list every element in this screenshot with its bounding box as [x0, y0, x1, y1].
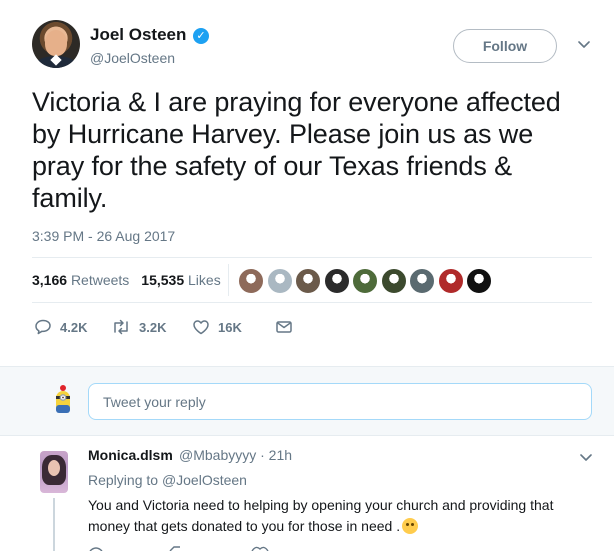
follow-button[interactable]: Follow: [453, 29, 557, 63]
liker-avatar[interactable]: [266, 268, 293, 294]
tweet-text: Victoria & I are praying for everyone af…: [32, 87, 561, 213]
reply-input[interactable]: Tweet your reply: [88, 383, 592, 420]
user-avatar[interactable]: [53, 384, 73, 416]
liker-avatar[interactable]: [380, 268, 407, 294]
author-name[interactable]: Joel Osteen: [90, 25, 186, 45]
envelope-icon: [276, 321, 292, 333]
reply-icon: [35, 319, 51, 335]
avatar-face: [45, 30, 67, 56]
liker-avatar[interactable]: [323, 268, 350, 294]
divider: [32, 257, 592, 258]
reply-author-avatar[interactable]: [40, 451, 68, 493]
like-count: 16K: [218, 319, 242, 335]
liker-avatar[interactable]: [437, 268, 464, 294]
liker-avatar[interactable]: [466, 268, 492, 294]
replying-to-handle[interactable]: @JoelOsteen: [162, 472, 247, 488]
likes-label[interactable]: Likes: [188, 272, 221, 288]
rolling-eyes-emoji-icon: [402, 518, 419, 534]
thread-line: [53, 498, 55, 551]
reply-text: You and Victoria need to helping by open…: [88, 495, 588, 537]
retweet-icon: [114, 319, 128, 335]
retweet-count: 3.2K: [139, 319, 167, 335]
liker-avatar[interactable]: [238, 268, 264, 294]
reply-author-handle[interactable]: @Mbabyyyy · 21h: [179, 447, 292, 463]
likes-count[interactable]: 15,535: [141, 272, 184, 288]
liker-avatar[interactable]: [409, 268, 435, 294]
reply-text-body: You and Victoria need to helping by open…: [88, 497, 554, 534]
reply-count: 4.2K: [60, 319, 88, 335]
tweet-timestamp[interactable]: 3:39 PM - 26 Aug 2017: [32, 228, 175, 244]
main-tweet: Joel Osteen ✓ @JoelOsteen Follow Victori…: [0, 0, 614, 366]
liker-avatar[interactable]: [352, 268, 378, 294]
chevron-down-icon[interactable]: [578, 40, 590, 50]
avatar-face: [48, 460, 60, 476]
like-action[interactable]: 16K: [192, 316, 242, 338]
author-handle[interactable]: @JoelOsteen: [90, 50, 175, 66]
direct-message-action[interactable]: [275, 316, 293, 338]
divider: [32, 302, 592, 303]
tweet-stats: 3,166 Retweets 15,535 Likes: [32, 272, 221, 288]
replying-prefix: Replying to: [88, 472, 159, 488]
author-avatar[interactable]: [32, 20, 80, 68]
chevron-down-icon[interactable]: [580, 453, 592, 463]
replying-to: Replying to @JoelOsteen: [88, 472, 247, 488]
stats-separator: [228, 264, 229, 296]
heart-icon: [193, 320, 209, 335]
reply-actions-partial: [89, 546, 269, 551]
retweets-count[interactable]: 3,166: [32, 272, 67, 288]
reply-author-name[interactable]: Monica.dlsm: [88, 447, 173, 463]
reply-action[interactable]: 4.2K: [34, 316, 87, 338]
liker-avatar[interactable]: [295, 268, 321, 294]
retweets-label[interactable]: Retweets: [71, 272, 129, 288]
verified-badge-icon: ✓: [193, 28, 209, 44]
retweet-action[interactable]: 3.2K: [111, 316, 166, 338]
